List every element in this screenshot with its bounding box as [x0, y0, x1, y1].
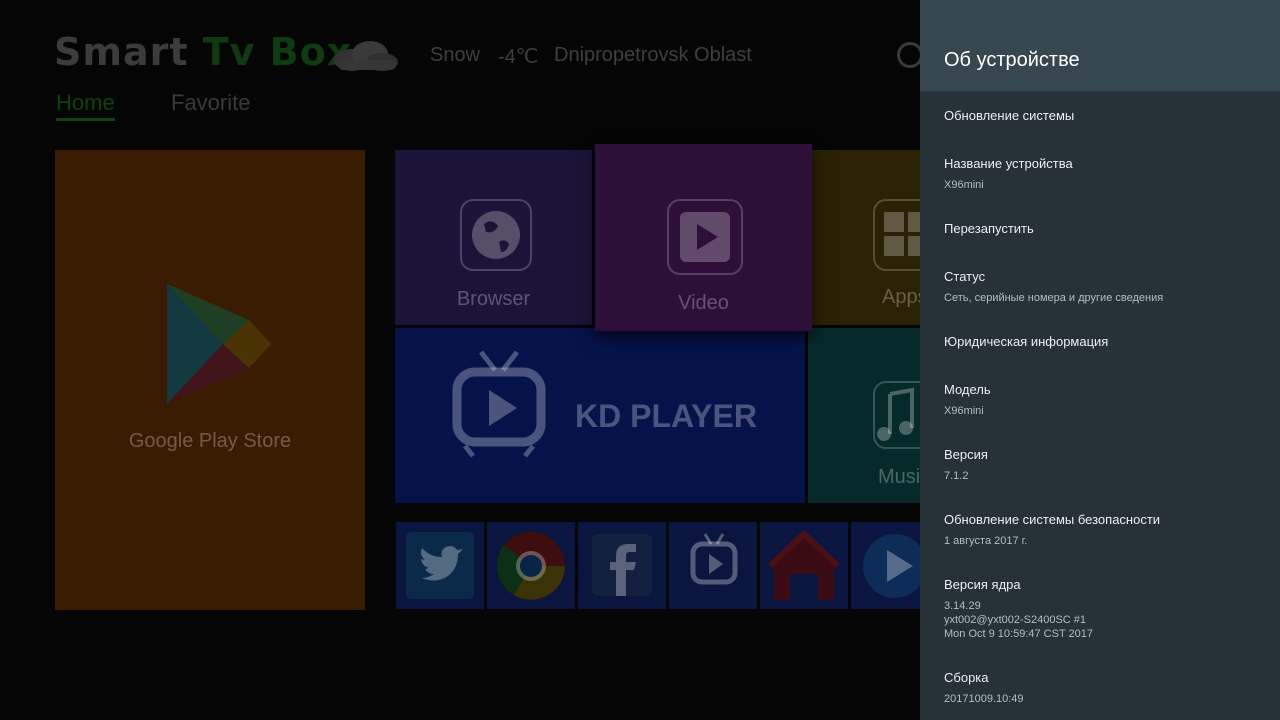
setting-title: Статус	[944, 269, 986, 284]
setting-value: X96mini	[944, 405, 984, 417]
tile-label: KD PLAYER	[575, 398, 757, 434]
setting-value: 20171009.10:49	[944, 693, 1024, 705]
setting-title: Сборка	[944, 670, 989, 685]
tab-favorite[interactable]: Favorite	[171, 90, 250, 116]
setting-kernel-version[interactable]: Версия ядра 3.14.29 yxt002@yxt002-S2400S…	[944, 577, 1268, 641]
globe-icon	[460, 199, 532, 271]
setting-system-update[interactable]: Обновление системы	[944, 108, 1268, 124]
brand-logo: Smart Tv Box	[54, 30, 353, 74]
about-device-panel: Об устройстве Обновление системы Названи…	[920, 0, 1280, 720]
play-circle-icon	[863, 534, 920, 598]
setting-restart[interactable]: Перезапустить	[944, 221, 1268, 237]
setting-security-update[interactable]: Обновление системы безопасности 1 август…	[944, 512, 1268, 548]
tv-player-icon	[690, 533, 738, 585]
tile-label: Apps	[882, 286, 920, 308]
setting-device-name[interactable]: Название устройства X96mini	[944, 156, 1268, 192]
setting-title: Название устройства	[944, 156, 1073, 171]
tile-label: Google Play Store	[128, 430, 292, 452]
setting-legal-info[interactable]: Юридическая информация	[944, 334, 1268, 350]
tile-music[interactable]: Music	[808, 328, 920, 503]
setting-title: Версия	[944, 447, 988, 462]
snow-cloud-icon	[334, 41, 398, 71]
shortcut-twitter[interactable]	[396, 522, 484, 609]
tile-label: Music	[878, 466, 920, 488]
setting-title: Обновление системы	[944, 108, 1075, 123]
apps-grid-icon	[873, 199, 920, 271]
tile-google-play-store[interactable]: Google Play Store	[55, 150, 365, 610]
search-icon[interactable]	[897, 42, 920, 68]
tile-label: Video	[678, 292, 729, 314]
setting-title: Юридическая информация	[944, 334, 1109, 349]
shortcut-home-app[interactable]	[760, 522, 848, 609]
video-play-icon	[667, 199, 743, 275]
tab-home[interactable]: Home	[56, 90, 115, 121]
launcher-background: Smart Tv Box Snow -4℃ Dnipropetrovsk Obl…	[0, 0, 920, 720]
setting-version[interactable]: Версия 7.1.2	[944, 447, 1268, 483]
weather-temperature: -4℃	[498, 46, 539, 68]
weather-location: Dnipropetrovsk Oblast	[554, 44, 752, 66]
setting-value: Сеть, серийные номера и другие сведения	[944, 292, 1164, 304]
music-note-icon	[873, 381, 920, 449]
setting-title: Обновление системы безопасности	[944, 512, 1161, 527]
shortcut-player[interactable]	[851, 522, 920, 609]
setting-title: Версия ядра	[944, 577, 1021, 592]
setting-title: Перезапустить	[944, 221, 1034, 236]
panel-title: Об устройстве	[944, 49, 1080, 71]
house-icon	[767, 529, 841, 600]
shortcut-tv-player[interactable]	[669, 522, 757, 609]
setting-status[interactable]: Статус Сеть, серийные номера и другие св…	[944, 269, 1268, 305]
tile-apps[interactable]: Apps	[812, 150, 920, 325]
setting-build[interactable]: Сборка 20171009.10:49	[944, 670, 1268, 706]
setting-title: Модель	[944, 382, 991, 397]
setting-value: X96mini	[944, 179, 984, 191]
facebook-icon	[592, 534, 652, 596]
setting-value: 3.14.29 yxt002@yxt002-S2400SC #1 Mon Oct…	[944, 600, 1093, 640]
tile-kd-player[interactable]: KD PLAYER	[395, 328, 805, 503]
weather-condition: Snow	[430, 44, 481, 66]
tile-browser[interactable]: Browser	[395, 150, 592, 325]
shortcut-chrome[interactable]	[487, 522, 575, 609]
tile-label: Browser	[456, 288, 531, 310]
tv-player-icon	[452, 350, 546, 458]
chrome-icon	[497, 532, 565, 600]
twitter-icon	[406, 532, 474, 599]
setting-value: 1 августа 2017 г.	[944, 535, 1028, 547]
setting-model[interactable]: Модель X96mini	[944, 382, 1268, 418]
setting-value: 7.1.2	[944, 470, 969, 482]
panel-header: Об устройстве	[920, 0, 1280, 91]
play-store-icon	[167, 284, 271, 404]
tile-video[interactable]: Video	[595, 144, 812, 331]
shortcut-facebook[interactable]	[578, 522, 666, 609]
